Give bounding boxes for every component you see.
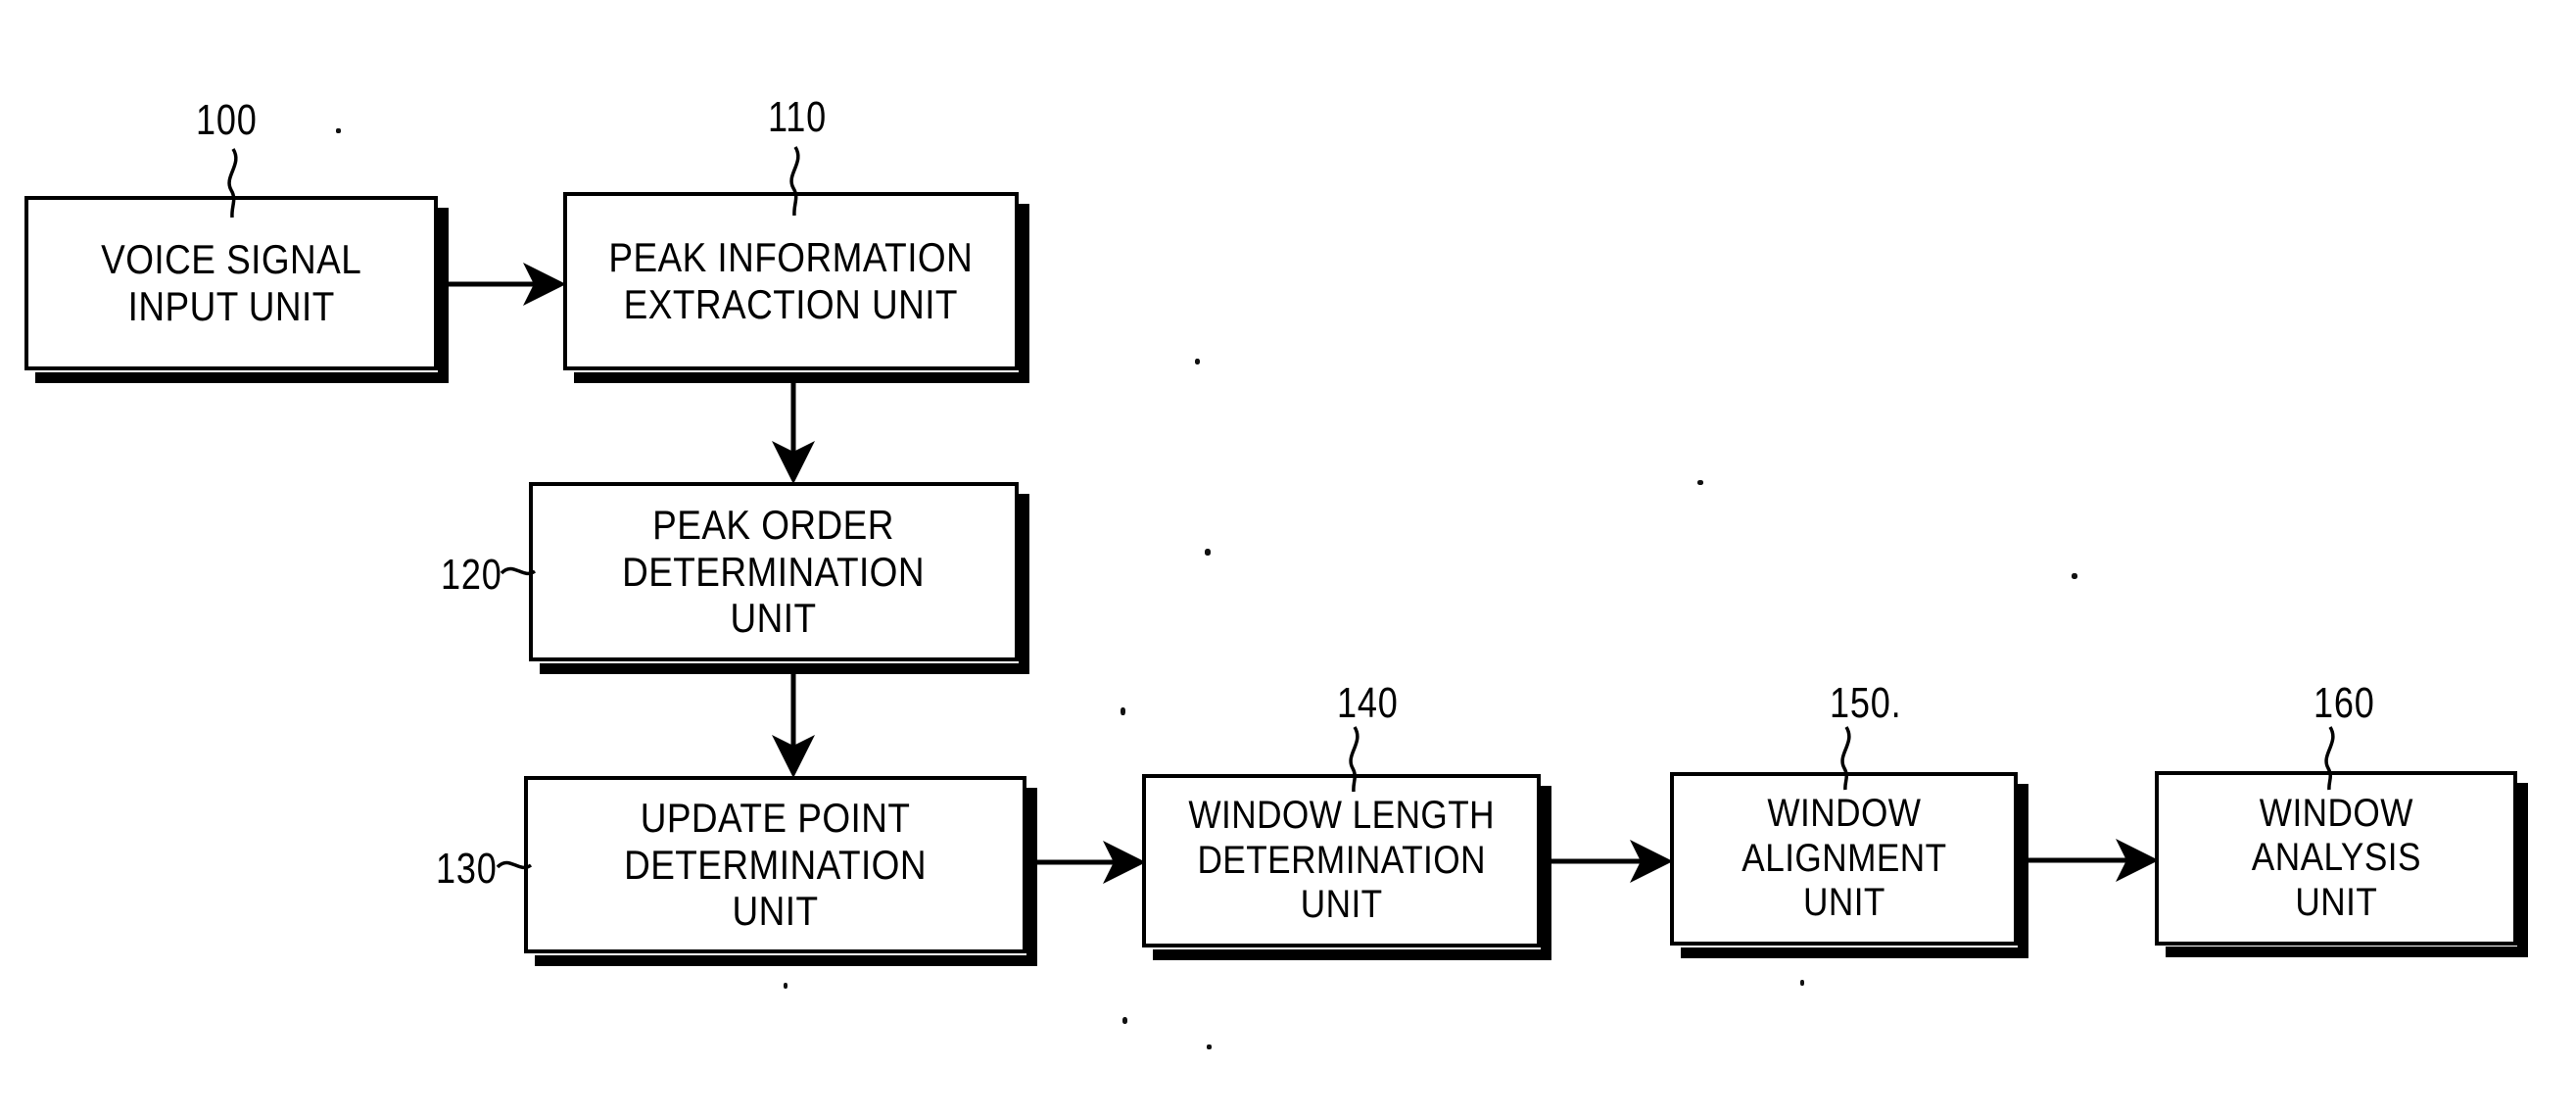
block-shadow-150 bbox=[1681, 947, 2028, 958]
scan-speck bbox=[1800, 980, 1804, 986]
block-peak-information-extraction-unit[interactable]: PEAK INFORMATION EXTRACTION UNIT bbox=[563, 192, 1019, 370]
block-label-peak-information-extraction-unit: PEAK INFORMATION EXTRACTION UNIT bbox=[608, 234, 974, 327]
block-shadow-150-right bbox=[2018, 784, 2028, 958]
refnum-160: 160 bbox=[2314, 679, 2375, 727]
refnum-150: 150. bbox=[1830, 679, 1902, 727]
scan-speck bbox=[1121, 707, 1125, 715]
scan-speck bbox=[336, 128, 341, 133]
refnum-100: 100 bbox=[196, 96, 258, 144]
block-window-alignment-unit[interactable]: WINDOW ALIGNMENT UNIT bbox=[1670, 772, 2018, 946]
scan-speck bbox=[1207, 1044, 1212, 1049]
scan-speck bbox=[2072, 573, 2077, 579]
block-shadow-160-right bbox=[2517, 783, 2528, 957]
arrowhead-100-110 bbox=[523, 263, 566, 306]
refnum-120: 120 bbox=[441, 551, 502, 599]
refnum-130: 130 bbox=[436, 845, 498, 893]
arrowhead-130-140 bbox=[1103, 841, 1146, 884]
arrowhead-120-130 bbox=[772, 735, 815, 778]
block-shadow-140-right bbox=[1541, 786, 1551, 960]
block-label-update-point-determination-unit: UPDATE POINT DETERMINATION UNIT bbox=[624, 794, 927, 935]
block-shadow-110 bbox=[574, 372, 1029, 383]
block-shadow-100-right bbox=[438, 208, 449, 383]
arrowhead-140-150 bbox=[1630, 840, 1673, 883]
block-label-window-analysis-unit: WINDOW ANALYSIS UNIT bbox=[2251, 791, 2421, 924]
block-label-window-length-determination-unit: WINDOW LENGTH DETERMINATION UNIT bbox=[1188, 794, 1495, 927]
block-update-point-determination-unit[interactable]: UPDATE POINT DETERMINATION UNIT bbox=[524, 776, 1026, 953]
block-window-length-determination-unit[interactable]: WINDOW LENGTH DETERMINATION UNIT bbox=[1142, 774, 1541, 947]
block-voice-signal-input-unit[interactable]: VOICE SIGNAL INPUT UNIT bbox=[24, 196, 438, 370]
block-shadow-160 bbox=[2166, 947, 2528, 957]
block-shadow-120 bbox=[540, 663, 1029, 674]
block-window-analysis-unit[interactable]: WINDOW ANALYSIS UNIT bbox=[2155, 771, 2517, 946]
block-label-voice-signal-input-unit: VOICE SIGNAL INPUT UNIT bbox=[100, 236, 362, 329]
scan-speck bbox=[1697, 480, 1703, 485]
block-shadow-110-right bbox=[1019, 204, 1029, 383]
block-peak-order-determination-unit[interactable]: PEAK ORDER DETERMINATION UNIT bbox=[529, 482, 1019, 661]
block-shadow-100 bbox=[35, 372, 449, 383]
block-shadow-130-right bbox=[1026, 788, 1037, 966]
refnum-140: 140 bbox=[1337, 679, 1399, 727]
patent-figure: VOICE SIGNAL INPUT UNIT 100 PEAK INFORMA… bbox=[0, 0, 2576, 1117]
arrowhead-150-160 bbox=[2116, 839, 2159, 882]
block-shadow-140 bbox=[1153, 949, 1551, 960]
scan-speck bbox=[1122, 1017, 1127, 1024]
block-label-window-alignment-unit: WINDOW ALIGNMENT UNIT bbox=[1741, 792, 1947, 925]
scan-speck bbox=[1195, 359, 1200, 364]
refnum-110: 110 bbox=[768, 93, 827, 141]
block-shadow-130 bbox=[535, 955, 1037, 966]
scan-speck bbox=[1205, 549, 1211, 556]
scan-speck bbox=[784, 983, 787, 989]
arrowhead-110-120 bbox=[772, 441, 815, 484]
block-label-peak-order-determination-unit: PEAK ORDER DETERMINATION UNIT bbox=[622, 501, 926, 642]
block-shadow-120-right bbox=[1019, 494, 1029, 674]
